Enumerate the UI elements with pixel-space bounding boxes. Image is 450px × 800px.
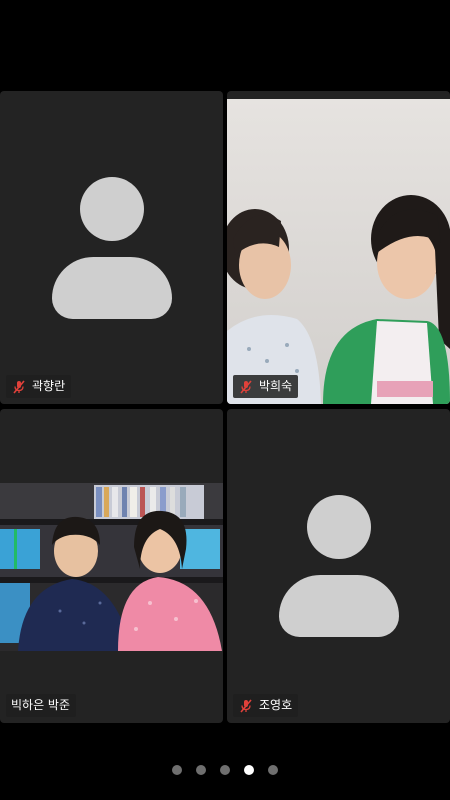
participant-video <box>0 483 223 651</box>
participant-tile[interactable]: 박희숙 <box>227 91 450 404</box>
person-placeholder-icon <box>51 177 172 319</box>
participant-tile[interactable]: 조영호 <box>227 409 450 723</box>
participant-name: 조영호 <box>259 698 293 712</box>
participant-name: 박희숙 <box>259 379 293 393</box>
participant-tile[interactable]: 빅하은 박준 <box>0 409 223 723</box>
participant-name-tag: 박희숙 <box>233 375 299 398</box>
mic-muted-icon <box>240 698 252 713</box>
participant-name: 곽향란 <box>32 379 66 393</box>
participant-name-tag: 빅하은 박준 <box>6 694 77 717</box>
participant-tile[interactable]: 곽향란 <box>0 91 223 404</box>
participant-name-tag: 조영호 <box>233 694 299 717</box>
page-indicator <box>0 762 450 778</box>
mic-muted-icon <box>240 379 252 394</box>
page-dot[interactable] <box>196 765 206 775</box>
person-placeholder-icon <box>278 495 399 637</box>
page-dot[interactable] <box>172 765 182 775</box>
page-dot-active[interactable] <box>244 765 254 775</box>
page-dot[interactable] <box>268 765 278 775</box>
participant-video <box>227 99 450 404</box>
page-dot[interactable] <box>220 765 230 775</box>
mic-muted-icon <box>13 379 25 394</box>
participant-name-tag: 곽향란 <box>6 375 72 398</box>
participant-name: 빅하은 박준 <box>11 698 71 712</box>
